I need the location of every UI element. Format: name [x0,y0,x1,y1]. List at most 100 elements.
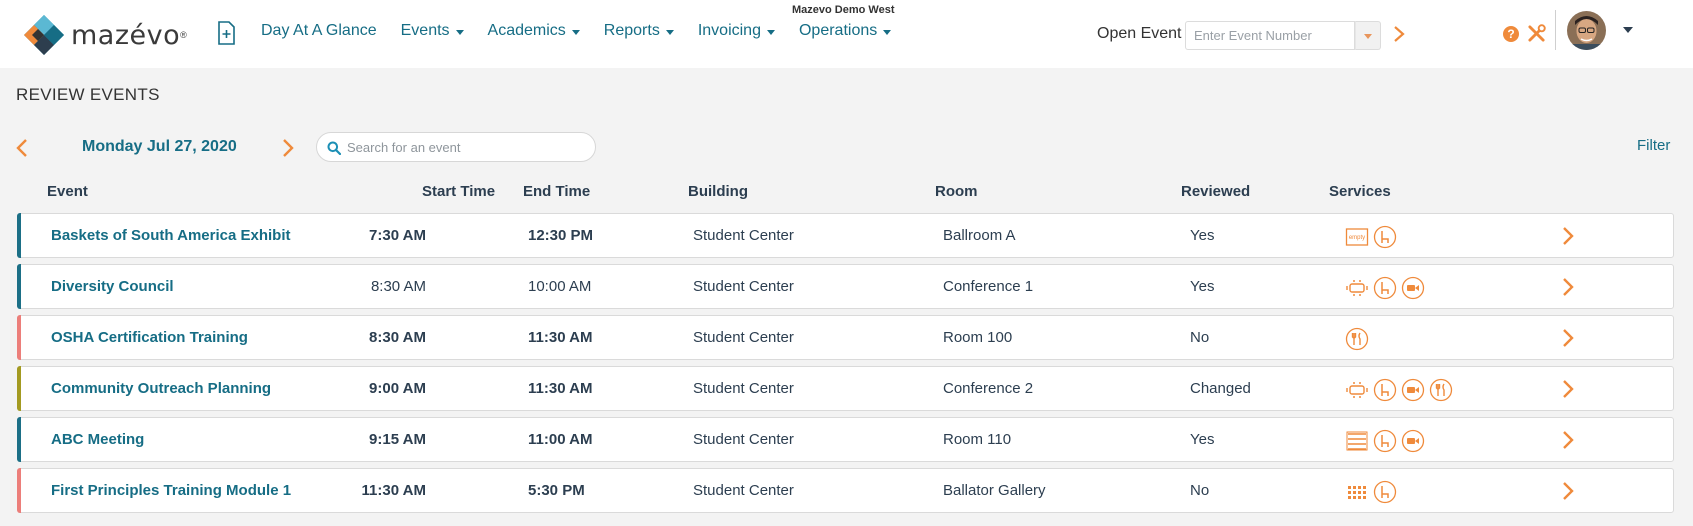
chair-icon [1373,276,1397,300]
filter-link[interactable]: Filter [1637,137,1670,154]
caret-down-icon [766,29,775,35]
next-date-icon[interactable] [281,138,295,158]
event-name[interactable]: Community Outreach Planning [51,380,271,397]
header-divider [1555,10,1556,50]
reviewed-status: Yes [1190,431,1215,448]
room: Room 110 [943,431,1012,448]
event-name[interactable]: First Principles Training Module 1 [51,482,291,499]
status-accent-bar [17,468,21,513]
event-name[interactable]: Baskets of South America Exhibit [51,227,291,244]
nav-events[interactable]: Events [401,22,464,40]
event-row[interactable]: Baskets of South America Exhibit 7:30 AM… [17,213,1674,258]
nav-label: Academics [487,22,566,39]
room: Conference 1 [943,278,1034,295]
event-row[interactable]: First Principles Training Module 1 11:30… [17,468,1674,513]
nav-operations[interactable]: Operations [798,22,892,40]
search-input[interactable] [347,133,587,161]
event-name[interactable]: OSHA Certification Training [51,329,248,346]
chevron-right-icon[interactable] [1561,379,1575,399]
column-header-reviewed[interactable]: Reviewed [1181,183,1250,200]
column-header-event[interactable]: Event [47,183,88,200]
help-icon[interactable]: ? [1503,26,1519,42]
start-time: 9:15 AM [369,431,426,448]
user-avatar[interactable] [1567,11,1606,50]
empty-setup-icon: empty [1345,228,1369,246]
building: Student Center [693,482,794,499]
column-header-room[interactable]: Room [935,183,978,200]
event-row[interactable]: Diversity Council 8:30 AM 10:00 AM Stude… [17,264,1674,309]
svg-text:empty: empty [1349,235,1365,241]
event-name[interactable]: ABC Meeting [51,431,144,448]
nav-label: Events [400,22,450,39]
chair-icon [1373,480,1397,504]
current-date[interactable]: Monday Jul 27, 2020 [82,138,237,156]
room: Conference 2 [943,380,1034,397]
chevron-right-icon[interactable] [1561,226,1575,246]
event-number-input[interactable] [1185,21,1355,50]
nav-day-at-a-glance[interactable]: Day At A Glance [261,22,377,40]
caret-down-icon [571,29,580,35]
nav-invoicing[interactable]: Invoicing [698,22,775,40]
start-time: 8:30 AM [369,329,426,346]
event-list: Baskets of South America Exhibit 7:30 AM… [17,213,1674,519]
chevron-right-icon[interactable] [1392,25,1406,43]
nav-reports[interactable]: Reports [604,22,674,40]
chevron-right-icon[interactable] [1561,481,1575,501]
services-icons: empty [1345,225,1401,249]
chevron-right-icon[interactable] [1561,277,1575,297]
status-accent-bar [17,213,21,258]
end-time: 12:30 PM [528,227,594,244]
nav-label: Operations [798,22,878,39]
open-event-label: Open Event [1097,25,1182,42]
catering-icon [1429,378,1453,402]
column-header-building[interactable]: Building [688,183,748,200]
reviewed-status: Changed [1190,380,1251,397]
start-time: 11:30 AM [361,482,426,499]
logo-trademark: ® [180,30,187,40]
building: Student Center [693,380,794,397]
add-event-icon[interactable] [217,21,235,45]
end-time: 10:00 AM [528,278,592,295]
video-camera-icon [1401,378,1425,402]
nav-label: Reports [603,22,660,39]
start-time: 9:00 AM [369,380,426,397]
previous-date-icon[interactable] [15,138,29,158]
services-icons [1345,276,1429,300]
chair-icon [1373,429,1397,453]
tools-icon[interactable] [1527,24,1546,43]
room: Ballator Gallery [943,482,1046,499]
nav-label: Invoicing [697,22,761,39]
status-accent-bar [17,264,21,309]
building: Student Center [693,278,794,295]
event-row[interactable]: Community Outreach Planning 9:00 AM 11:3… [17,366,1674,411]
column-header-end-time[interactable]: End Time [523,183,590,200]
caret-down-icon [665,29,674,35]
room: Room 100 [943,329,1013,346]
event-row[interactable]: ABC Meeting 9:15 AM 11:00 AM Student Cen… [17,417,1674,462]
services-icons [1345,378,1457,402]
logo-mark-icon [24,15,64,55]
theater-setup-icon [1348,486,1366,499]
chevron-right-icon[interactable] [1561,430,1575,450]
nav-academics[interactable]: Academics [488,22,580,40]
column-header-start-time[interactable]: Start Time [422,183,495,200]
user-menu-caret-icon[interactable] [1623,27,1633,33]
room: Ballroom A [943,227,1016,244]
event-name[interactable]: Diversity Council [51,278,174,295]
end-time: 5:30 PM [528,482,585,499]
event-row[interactable]: OSHA Certification Training 8:30 AM 11:3… [17,315,1674,360]
end-time: 11:30 AM [528,329,593,346]
status-accent-bar [17,417,21,462]
search-icon [327,141,341,155]
mazevo-logo[interactable]: mazévo ® [24,15,187,55]
caret-down-icon [883,29,892,35]
services-icons [1345,480,1401,504]
reviewed-status: Yes [1190,278,1215,295]
event-search [316,132,596,162]
building: Student Center [693,431,794,448]
event-number-dropdown[interactable] [1355,21,1381,50]
chevron-right-icon[interactable] [1561,328,1575,348]
building: Student Center [693,227,794,244]
status-accent-bar [17,315,21,360]
video-camera-icon [1401,429,1425,453]
